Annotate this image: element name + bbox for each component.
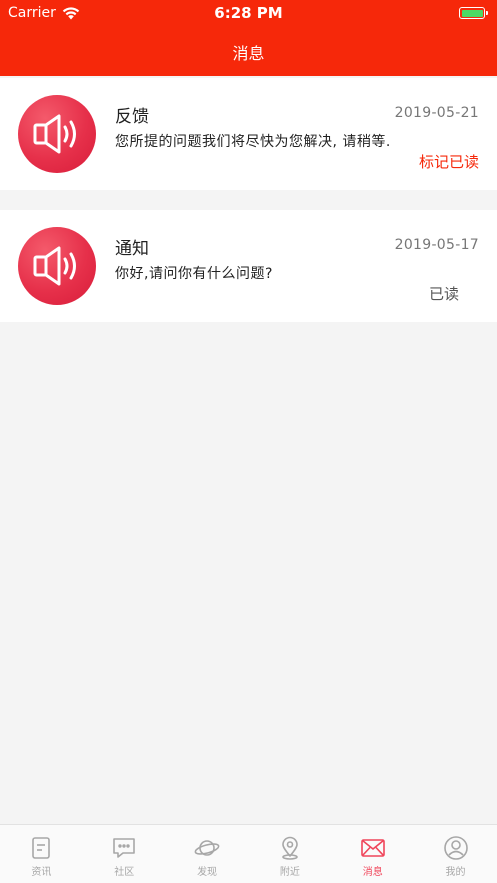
news-icon <box>32 837 51 859</box>
tab-label: 附近 <box>279 867 300 878</box>
status-bar: Carrier 6:28 PM <box>0 0 497 26</box>
speaker-icon <box>18 227 96 305</box>
message-date: 2019-05-21 <box>394 105 479 121</box>
tab-community[interactable]: 社区 <box>83 825 166 883</box>
message-item-notice[interactable]: 通知 2019-05-17 你好,请问你有什么问题? 已读 <box>0 210 497 322</box>
speaker-icon <box>18 95 96 173</box>
tab-label: 发现 <box>197 867 218 878</box>
user-icon <box>443 836 468 860</box>
read-status-label: 已读 <box>428 285 459 303</box>
message-title: 通知 <box>115 239 149 259</box>
chat-icon <box>113 838 136 858</box>
tab-nearby[interactable]: 附近 <box>248 825 331 883</box>
location-icon <box>282 836 298 860</box>
tab-messages[interactable]: 消息 <box>331 825 414 883</box>
app-header: Carrier 6:28 PM 消息 <box>0 0 497 76</box>
tab-profile[interactable]: 我的 <box>414 825 497 883</box>
tab-label: 社区 <box>114 867 135 878</box>
status-time: 6:28 PM <box>214 4 283 22</box>
tab-label: 我的 <box>445 867 466 878</box>
tab-news[interactable]: 资讯 <box>0 825 83 883</box>
envelope-icon <box>360 839 385 857</box>
tab-discover[interactable]: 发现 <box>166 825 249 883</box>
message-body: 你好,请问你有什么问题? <box>115 266 273 282</box>
battery-icon <box>459 7 488 19</box>
page-title: 消息 <box>232 44 265 63</box>
planet-icon <box>194 840 220 856</box>
message-date: 2019-05-17 <box>394 237 479 253</box>
tab-label: 消息 <box>362 867 383 878</box>
message-title: 反馈 <box>115 107 149 127</box>
message-body: 您所提的问题我们将尽快为您解决, 请稍等. <box>115 134 391 150</box>
tab-bar: 资讯 社区 发现 附近 消息 我的 <box>0 824 497 883</box>
mark-read-button[interactable]: 标记已读 <box>419 151 479 172</box>
tab-label: 资讯 <box>31 867 52 878</box>
message-item-feedback[interactable]: 反馈 2019-05-21 您所提的问题我们将尽快为您解决, 请稍等. 标记已读 <box>0 78 497 190</box>
